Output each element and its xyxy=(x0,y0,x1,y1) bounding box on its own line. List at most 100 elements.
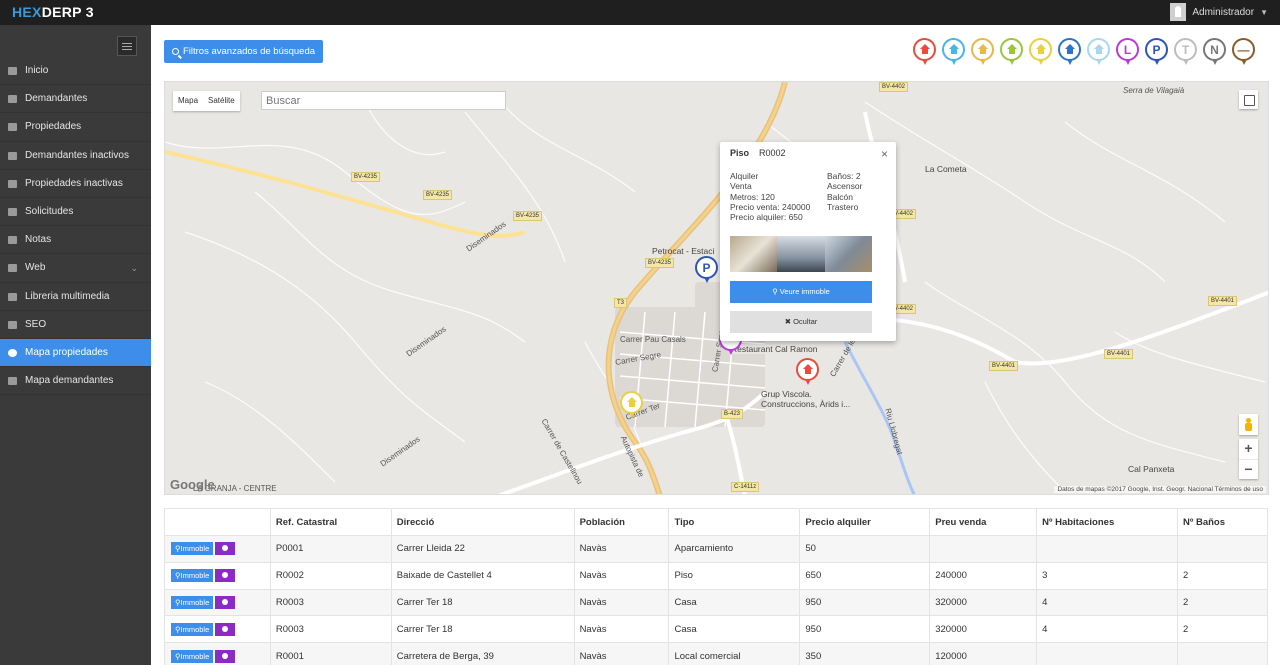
map-label-viscola: Grup Viscola. Construccions, Àrids i... xyxy=(761,389,851,409)
map-type-satellite-button[interactable]: Satélite xyxy=(203,91,240,111)
sidebar-item-label: Inicio xyxy=(25,65,49,76)
sidebar-item-notas[interactable]: Notas xyxy=(0,226,151,255)
legend-marker[interactable] xyxy=(1087,38,1110,67)
table-cell: 4 xyxy=(1036,615,1178,644)
chevron-down-icon: ▼ xyxy=(1260,7,1268,17)
map-marker-house-yellow[interactable] xyxy=(620,391,643,420)
legend-marker[interactable] xyxy=(1000,38,1023,67)
sidebar-item-web[interactable]: Web ⌄ xyxy=(0,254,151,283)
column-header[interactable]: Nº Baños xyxy=(1177,508,1268,536)
column-header[interactable]: Preu venda xyxy=(929,508,1038,536)
pegman-icon[interactable] xyxy=(1239,414,1258,435)
hide-label: Ocultar xyxy=(793,317,818,326)
google-logo: Google xyxy=(170,477,215,492)
user-name: Administrador xyxy=(1192,6,1255,18)
immoble-button[interactable]: ⚲Immoble xyxy=(171,595,214,609)
column-header[interactable]: Direcció xyxy=(390,508,575,536)
sidebar-item-demandantes-inactivos[interactable]: Demandantes inactivos xyxy=(0,142,151,170)
locate-on-map-button[interactable] xyxy=(215,622,236,636)
table-row[interactable]: ⚲Immoble R0003 Carrer Ter 18 Navàs Casa 950 32… xyxy=(164,588,1268,617)
map-search-input[interactable] xyxy=(261,91,506,110)
hamburger-button[interactable] xyxy=(117,36,137,56)
locate-on-map-button[interactable] xyxy=(215,649,236,663)
sidebar-item-mapa-propiedades[interactable]: Mapa propiedades xyxy=(0,338,151,368)
sidebar-item-label: Demandantes xyxy=(25,93,88,105)
zoom-in-button[interactable]: + xyxy=(1239,439,1258,459)
column-header[interactable]: Precio alquiler xyxy=(799,508,931,536)
sidebar-item-demandantes[interactable]: Demandantes xyxy=(0,85,151,114)
table-row[interactable]: ⚲Immoble R0002 Baixade de Castellet 4 Navàs… xyxy=(164,561,1268,590)
legend-marker[interactable] xyxy=(913,38,936,67)
table-cell: 320000 xyxy=(929,615,1038,644)
house-marker-icon xyxy=(620,391,643,414)
table-cell: R0001 xyxy=(269,642,392,665)
zoom-out-button[interactable]: − xyxy=(1239,459,1258,479)
info-detail: Baños: 2 xyxy=(827,171,861,181)
sidebar-item-propiedades[interactable]: Propiedades xyxy=(0,113,151,142)
property-map[interactable]: Serra de Vilagaià La Cometa Petrocat - E… xyxy=(164,81,1269,495)
sidebar-item-seo[interactable]: SEO xyxy=(0,311,151,339)
sidebar-item-propiedades-inactivas[interactable]: Propiedades inactivas xyxy=(0,170,151,198)
close-icon[interactable]: × xyxy=(881,147,888,161)
map-canvas[interactable] xyxy=(165,82,1269,495)
legend-marker[interactable] xyxy=(971,38,994,67)
locate-on-map-button[interactable] xyxy=(215,595,236,609)
globe-icon xyxy=(8,377,17,386)
column-header[interactable]: Tipo xyxy=(668,508,801,536)
column-header[interactable] xyxy=(164,508,271,536)
info-detail: Metros: 120 xyxy=(730,191,775,202)
table-cell: Navàs xyxy=(573,642,670,665)
map-type-map-button[interactable]: Mapa xyxy=(173,91,203,111)
user-menu[interactable]: Administrador ▼ xyxy=(1170,3,1268,21)
row-actions: ⚲Immoble xyxy=(164,535,271,563)
road-tag: C-1411z xyxy=(731,482,760,492)
immoble-button[interactable]: ⚲Immoble xyxy=(171,622,214,636)
top-bar: HEXDERP 3 Administrador ▼ xyxy=(0,0,1280,25)
house-marker-icon xyxy=(1000,38,1023,61)
immoble-button[interactable]: ⚲Immoble xyxy=(171,569,214,583)
locate-on-map-button[interactable] xyxy=(215,569,236,583)
legend-marker[interactable] xyxy=(1029,38,1052,67)
table-cell: 320000 xyxy=(929,588,1038,617)
property-info-window: Piso R0002 × Alquiler Venta Metros: 120 Prec… xyxy=(720,142,896,341)
locate-on-map-button[interactable] xyxy=(215,542,236,556)
map-label-pau-casals: Carrer Pau Casals xyxy=(620,335,686,344)
chevron-down-icon: ⌄ xyxy=(130,263,138,274)
legend-marker[interactable] xyxy=(942,38,965,67)
legend-marker[interactable] xyxy=(1058,38,1081,67)
table-cell: 2 xyxy=(1177,588,1268,617)
sidebar-item-inicio[interactable]: Inicio xyxy=(0,57,151,86)
hide-button[interactable]: ✖ Ocultar xyxy=(730,311,872,333)
sidebar-item-mapa-demandantes[interactable]: Mapa demandantes xyxy=(0,367,151,396)
legend-marker[interactable]: N xyxy=(1203,38,1226,67)
close-icon: ✖ xyxy=(784,317,791,326)
table-row[interactable]: ⚲Immoble R0003 Carrer Ter 18 Navàs Casa 950 32… xyxy=(164,615,1268,644)
map-attribution[interactable]: Datos de mapas ©2017 Google, Inst. Geogr… xyxy=(1054,486,1266,493)
row-actions: ⚲Immoble xyxy=(164,642,271,665)
legend-marker[interactable]: T xyxy=(1174,38,1197,67)
view-property-button[interactable]: ⚲ Veure immoble xyxy=(730,281,872,303)
info-type: Piso xyxy=(730,148,750,158)
immoble-button[interactable]: ⚲Immoble xyxy=(171,542,214,556)
legend-marker[interactable]: P xyxy=(1145,38,1168,67)
sidebar-item-solicitudes[interactable]: Solicitudes xyxy=(0,198,151,227)
sidebar-item-libreria-multimedia[interactable]: Libreria multimedia xyxy=(0,283,151,311)
column-header[interactable]: Nº Habitaciones xyxy=(1036,508,1178,536)
table-cell: 240000 xyxy=(929,561,1038,590)
table-row[interactable]: ⚲Immoble P0001 Carrer Lleida 22 Navàs Aparca… xyxy=(164,535,1268,563)
table-row[interactable]: ⚲Immoble R0001 Carretera de Berga, 39 Navàs… xyxy=(164,642,1268,665)
immoble-button[interactable]: ⚲Immoble xyxy=(171,649,214,663)
column-header[interactable]: Ref. Catastral xyxy=(269,508,392,536)
map-marker-house-red[interactable] xyxy=(796,358,819,387)
table-cell xyxy=(1177,535,1268,563)
legend-marker[interactable]: L xyxy=(1116,38,1139,67)
sidebar-item-label: Mapa propiedades xyxy=(25,346,108,358)
app-logo[interactable]: HEXDERP 3 xyxy=(12,4,94,20)
advanced-filters-button[interactable]: Filtros avanzados de búsqueda xyxy=(164,40,323,63)
legend-marker[interactable]: — xyxy=(1232,38,1255,67)
map-marker-parking[interactable]: P xyxy=(695,256,718,285)
fullscreen-icon[interactable] xyxy=(1239,90,1258,109)
sidebar-item-label: Web xyxy=(25,262,46,274)
column-header[interactable]: Población xyxy=(573,508,670,536)
pin-icon xyxy=(8,123,17,132)
